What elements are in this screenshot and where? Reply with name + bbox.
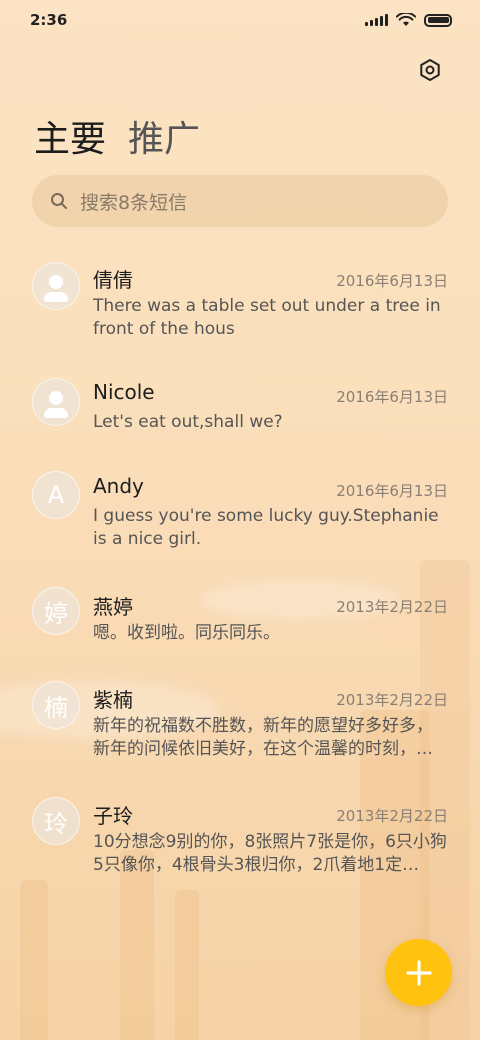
message-preview: 10分想念9别的你，8张照片7张是你，6只小狗5只像你，4根骨头3根归你，2爪着… (93, 832, 447, 875)
avatar: 婷 (32, 587, 80, 635)
conversation-row[interactable]: 婷 燕婷 2013年2月22日 嗯。收到啦。同乐同乐。 (0, 580, 480, 670)
message-preview: 嗯。收到啦。同乐同乐。 (93, 623, 280, 643)
message-date: 2013年2月22日 (336, 807, 448, 825)
tab-bar: 主要 推广 (34, 110, 200, 162)
contact-name: 紫楠 (93, 688, 133, 712)
conversation-row[interactable]: 玲 子玲 2013年2月22日 10分想念9别的你，8张照片7张是你，6只小狗5… (0, 788, 480, 900)
search-input[interactable]: 搜索8条短信 (32, 175, 448, 227)
settings-button[interactable] (412, 52, 448, 88)
conversation-row[interactable]: Nicole 2016年6月13日 Let's eat out,shall we… (0, 368, 480, 458)
contact-name: Andy (93, 474, 144, 498)
plus-icon (405, 959, 432, 986)
avatar-letter: 楠 (44, 693, 68, 722)
contact-name: 燕婷 (93, 595, 133, 619)
signal-icon (365, 14, 388, 26)
status-time: 2:36 (30, 11, 68, 29)
contact-name: 倩倩 (93, 268, 133, 292)
settings-hex-icon (420, 59, 440, 81)
wifi-icon (396, 13, 416, 26)
person-icon (49, 391, 63, 405)
conversation-row[interactable]: 楠 紫楠 2013年2月22日 新年的祝福数不胜数，新年的愿望好多好多，新年的问… (0, 672, 480, 784)
message-date: 2013年2月22日 (336, 691, 448, 709)
avatar-letter: 婷 (44, 599, 68, 628)
avatar-letter: 玲 (44, 809, 68, 838)
battery-icon (424, 13, 452, 27)
avatar (32, 262, 80, 310)
conversation-row[interactable]: 倩倩 2016年6月13日 There was a table set out … (0, 250, 480, 360)
message-date: 2013年2月22日 (336, 598, 448, 616)
avatar (32, 378, 80, 426)
search-placeholder: 搜索8条短信 (80, 191, 188, 214)
message-preview: Let's eat out,shall we? (93, 412, 283, 432)
message-preview: 新年的祝福数不胜数，新年的愿望好多好多，新年的问候依旧美好，在这个温馨的时刻，… (93, 716, 433, 759)
search-icon (51, 193, 67, 209)
person-icon (49, 275, 63, 289)
message-date: 2016年6月13日 (336, 388, 448, 406)
contact-name: Nicole (93, 380, 155, 404)
message-date: 2016年6月13日 (336, 272, 448, 290)
conversation-row[interactable]: A Andy 2016年6月13日 I guess you're some lu… (0, 462, 480, 574)
status-icons (365, 13, 452, 27)
compose-button[interactable] (385, 939, 452, 1006)
avatar: 楠 (32, 681, 80, 729)
avatar: 玲 (32, 797, 80, 845)
contact-name: 子玲 (93, 804, 133, 828)
status-bar: 2:36 (0, 0, 480, 40)
avatar-letter: A (47, 481, 65, 509)
message-preview: There was a table set out under a tree i… (93, 296, 441, 339)
tab-promotions[interactable]: 推广 (128, 110, 200, 162)
tab-primary[interactable]: 主要 (34, 110, 106, 162)
message-date: 2016年6月13日 (336, 482, 448, 500)
message-preview: I guess you're some lucky guy.Stephanie … (93, 506, 439, 549)
avatar: A (32, 471, 80, 519)
